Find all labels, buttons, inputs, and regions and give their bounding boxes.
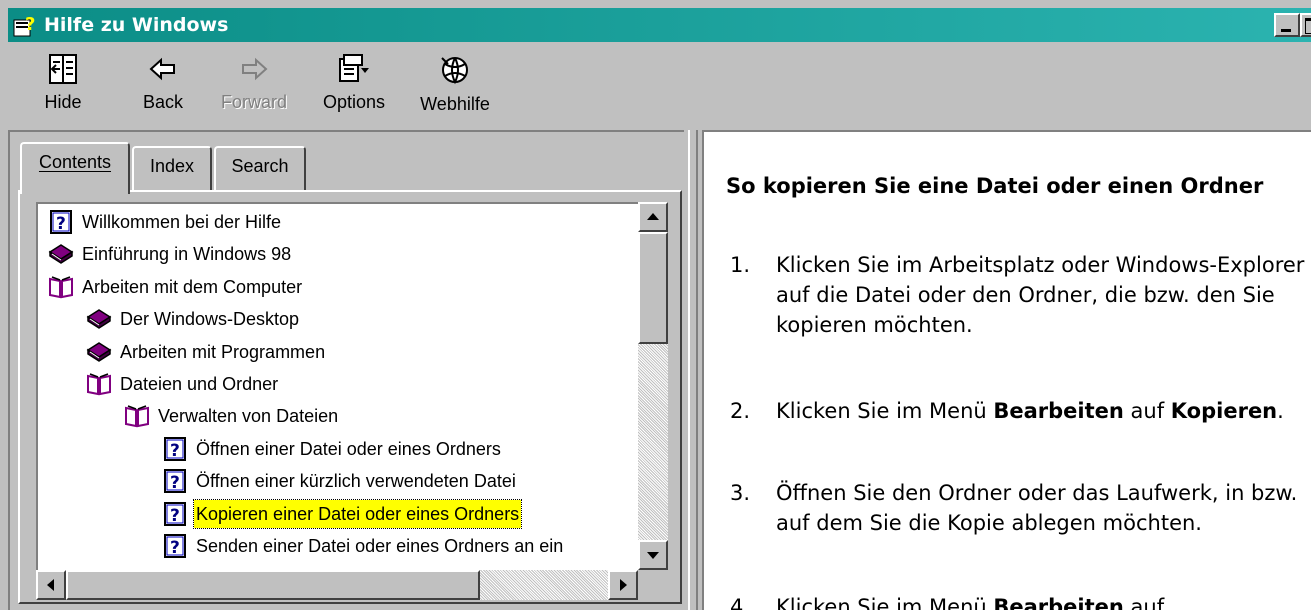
help-page-icon: ? (162, 436, 188, 461)
svg-text:?: ? (170, 538, 180, 558)
back-button[interactable]: Back (136, 54, 190, 126)
down-arrow-icon (647, 552, 659, 559)
window-title: Hilfe zu Windows (44, 14, 229, 36)
hide-icon (49, 54, 77, 84)
hide-label: Hide (44, 92, 82, 112)
tab-search-label: Search (231, 156, 289, 176)
svg-text:?: ? (170, 441, 180, 461)
contents-tree[interactable]: ? Willkommen bei der Hilfe Einführung in W… (36, 202, 658, 572)
left-arrow-icon (47, 579, 54, 591)
svg-text:?: ? (56, 214, 66, 234)
closed-book-icon (86, 340, 112, 364)
tab-contents[interactable]: Contents (20, 142, 130, 194)
step-number: 2. (730, 399, 751, 423)
horizontal-scroll-thumb[interactable] (66, 570, 480, 600)
toolbar: Hide Back Forward Options Webhilfe (8, 44, 1311, 130)
step-number: 1. (730, 253, 751, 277)
tree-item-label: Der Windows-Desktop (120, 309, 300, 330)
vertical-scroll-thumb[interactable] (638, 232, 668, 344)
open-book-icon (124, 404, 150, 428)
step-number: 3. (730, 481, 751, 505)
navigation-pane: Contents Index Search ? Willkommen bei de… (8, 130, 684, 610)
scroll-right-button[interactable] (608, 570, 638, 600)
maximize-button[interactable] (1300, 13, 1311, 37)
step-text-part: Klicken Sie im Menü (776, 595, 994, 610)
step-text: Klicken Sie im Menü Bearbeiten auf (776, 592, 1311, 610)
step-text-part: Klicken Sie im Menü (776, 399, 994, 423)
hide-button[interactable]: Hide (38, 54, 88, 126)
forward-arrow-icon (242, 57, 268, 81)
tab-index[interactable]: Index (132, 146, 212, 190)
tree-item-label: Arbeiten mit Programmen (120, 341, 326, 362)
tree-item-label: Kopieren einer Datei oder eines Ordners (192, 498, 523, 529)
forward-button[interactable]: Forward (214, 54, 294, 126)
vertical-scrollbar[interactable] (638, 202, 668, 570)
tree-item-label: Senden einer Datei oder eines Ordners an… (196, 536, 564, 556)
step-text-part: auf (1123, 595, 1165, 610)
step-text: Klicken Sie im Arbeitsplatz oder Windows… (776, 253, 1305, 337)
menu-name-bold: Bearbeiten (993, 595, 1124, 610)
webhelp-button[interactable]: Webhilfe (412, 54, 498, 126)
maximize-icon (1305, 18, 1311, 34)
tree-item-label: Einführung in Windows 98 (82, 244, 292, 265)
options-label: Options (322, 92, 386, 112)
tree-item-label: Arbeiten mit dem Computer (82, 276, 303, 297)
horizontal-scrollbar[interactable] (36, 570, 638, 600)
svg-text:?: ? (170, 473, 180, 493)
pane-splitter[interactable] (684, 130, 702, 610)
scroll-up-button[interactable] (638, 202, 668, 232)
closed-book-icon (86, 307, 112, 331)
step-number: 4. (730, 595, 751, 610)
options-button[interactable]: Options (314, 54, 394, 126)
options-icon (339, 54, 369, 82)
back-arrow-icon (149, 57, 175, 81)
svg-text:?: ? (170, 506, 180, 526)
command-name-bold: Kopieren (1170, 399, 1278, 423)
open-book-icon (48, 275, 74, 299)
back-label: Back (142, 92, 184, 112)
minimize-icon (1281, 29, 1291, 32)
title-bar[interactable]: ? Hilfe zu Windows (8, 8, 1311, 42)
globe-help-icon (441, 57, 468, 85)
svg-text:?: ? (25, 14, 35, 35)
help-page-icon: ? (162, 534, 188, 558)
tree-item-label: Verwalten von Dateien (158, 406, 339, 427)
help-page-icon: ? (162, 501, 188, 526)
step-text-part: . (1277, 399, 1284, 423)
tree-item-label: Öffnen einer kürzlich verwendeten Datei (196, 471, 516, 492)
minimize-button[interactable] (1274, 13, 1300, 37)
open-book-icon (86, 372, 112, 396)
forward-label: Forward (220, 92, 287, 112)
tab-search[interactable]: Search (214, 146, 306, 190)
help-page-icon: ? (48, 210, 74, 234)
right-arrow-icon (620, 579, 627, 591)
tree-item-label: Öffnen einer Datei oder eines Ordners (196, 438, 501, 459)
help-page-icon: ? (162, 469, 188, 494)
webhelp-label: Webhilfe (420, 94, 490, 114)
step-text: Klicken Sie im Menü Bearbeiten auf Kopie… (776, 396, 1311, 426)
step-text-part: auf (1123, 399, 1171, 423)
scrollbar-corner (638, 570, 668, 600)
tree-item-label: Willkommen bei der Hilfe (82, 212, 282, 232)
closed-book-icon (48, 242, 74, 266)
help-book-icon: ? (13, 14, 35, 37)
topic-title: So kopieren Sie eine Datei oder einen Or… (726, 174, 1264, 198)
scroll-down-button[interactable] (638, 540, 668, 570)
menu-name-bold: Bearbeiten (993, 399, 1124, 423)
scroll-left-button[interactable] (36, 570, 66, 600)
tab-contents-label: Contents (38, 152, 112, 172)
splitter-shadow (696, 130, 698, 610)
up-arrow-icon (647, 213, 659, 220)
tree-item-label: Dateien und Ordner (120, 374, 279, 394)
help-window: ? Hilfe zu Windows Hide Back Forward Opt… (0, 0, 1311, 610)
splitter-highlight (688, 130, 690, 610)
step-text: Öffnen Sie den Ordner oder das Laufwerk,… (776, 481, 1298, 535)
topic-pane: So kopieren Sie eine Datei oder einen Or… (702, 130, 1311, 610)
tab-index-label: Index (149, 156, 195, 176)
